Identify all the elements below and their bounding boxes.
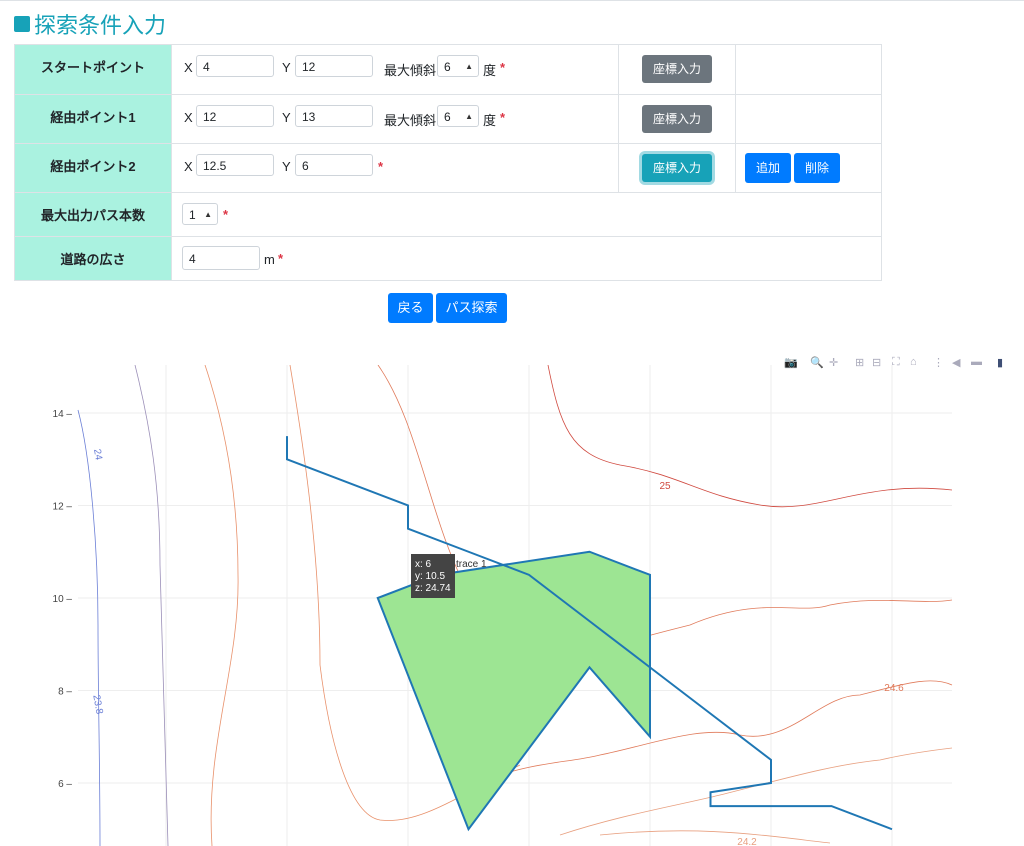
deg-label: 度 (483, 113, 497, 128)
x-label: X (184, 159, 193, 174)
add-button[interactable]: 追加 (745, 153, 791, 183)
contour-plot[interactable]: 2423.82524.824.624.2 14 –12 –10 –8 –6 – … (0, 365, 1024, 846)
slope-label: 最大傾斜 (384, 63, 437, 78)
max-paths-fields: 1 ▲ * (171, 192, 882, 237)
start-slope-select[interactable]: 6 ▲ (437, 55, 479, 77)
start-x-input[interactable]: 4 (196, 55, 274, 77)
road-width-unit: m (264, 252, 275, 267)
delete-button[interactable]: 削除 (794, 153, 840, 183)
via1-y-input[interactable]: 13 (295, 105, 373, 127)
select-arrow-icon: ▲ (465, 62, 473, 71)
road-width-fields: 4 m * (171, 236, 882, 281)
via2-fields: X 12.5 Y 6 * (171, 143, 619, 193)
contour-label: 25 (659, 481, 671, 492)
start-point-fields: X 4 Y 12 最大傾斜 6 ▲ 度 * (171, 44, 619, 95)
tooltip-z: z: 24.74 (415, 583, 451, 594)
start-y-input[interactable]: 12 (295, 55, 373, 77)
slope-label: 最大傾斜 (384, 113, 437, 128)
via1-slope-value: 6 (444, 110, 451, 124)
via2-action-cell: 追加 削除 (735, 143, 882, 193)
search-form: スタートポイント X 4 Y 12 最大傾斜 6 ▲ 度 * 座標入力 経由ポイン… (14, 44, 882, 281)
via1-coord-cell: 座標入力 (618, 94, 736, 144)
y-tick-label: 10 – (53, 594, 73, 605)
empty-cell (735, 94, 882, 144)
start-coord-cell: 座標入力 (618, 44, 736, 95)
tooltip-y: y: 10.5 (415, 571, 445, 582)
deg-label: 度 (483, 63, 497, 78)
via1-slope-select[interactable]: 6 ▲ (437, 105, 479, 127)
empty-cell (735, 44, 882, 95)
top-divider (0, 0, 1024, 1)
y-label: Y (282, 159, 291, 174)
back-button[interactable]: 戻る (388, 293, 433, 323)
contour-label: 24.6 (884, 683, 904, 694)
required-mark: * (223, 207, 229, 222)
via-point-2-label: 経由ポイント2 (14, 143, 172, 193)
y-tick-label: 14 – (53, 409, 73, 420)
via2-y-input[interactable]: 6 (295, 154, 373, 176)
start-coord-button[interactable]: 座標入力 (642, 55, 712, 83)
required-mark: * (500, 110, 506, 125)
required-mark: * (278, 251, 284, 266)
via2-coord-button[interactable]: 座標入力 (642, 154, 712, 182)
select-arrow-icon: ▲ (465, 112, 473, 121)
via1-x-input[interactable]: 12 (196, 105, 274, 127)
x-label: X (184, 60, 193, 75)
contour-label: 24 (91, 448, 104, 461)
via2-coord-cell: 座標入力 (618, 143, 736, 193)
max-paths-label: 最大出力パス本数 (14, 192, 172, 237)
y-tick-label: 6 – (58, 779, 72, 790)
start-slope-value: 6 (444, 60, 451, 74)
via-point-1-label: 経由ポイント1 (14, 94, 172, 144)
road-width-label: 道路の広さ (14, 236, 172, 281)
y-label: Y (282, 110, 291, 125)
required-mark: * (500, 60, 506, 75)
max-paths-select[interactable]: 1 ▲ (182, 203, 218, 225)
tooltip-x: x: 6 (415, 559, 432, 570)
via1-coord-button[interactable]: 座標入力 (642, 105, 712, 133)
start-point-label: スタートポイント (14, 44, 172, 95)
x-label: X (184, 110, 193, 125)
max-paths-value: 1 (189, 208, 196, 222)
road-width-input[interactable]: 4 (182, 246, 260, 270)
select-arrow-icon: ▲ (204, 210, 212, 219)
page-title: 探索条件入力 (14, 8, 166, 40)
tooltip-trace: trace 1 (456, 559, 487, 570)
y-label: Y (282, 60, 291, 75)
via2-x-input[interactable]: 12.5 (196, 154, 274, 176)
y-axis-ticks: 14 – 12 – 10 – 8 – 6 – (53, 409, 73, 790)
via1-fields: X 12 Y 13 最大傾斜 6 ▲ 度 * (171, 94, 619, 144)
title-square-icon (14, 16, 30, 32)
contour-label: 23.8 (90, 694, 104, 716)
y-tick-label: 12 – (53, 502, 73, 513)
required-mark: * (378, 159, 384, 174)
search-button[interactable]: パス探索 (436, 293, 507, 323)
page-title-text: 探索条件入力 (34, 13, 167, 38)
y-tick-label: 8 – (58, 687, 72, 698)
contour-label: 24.2 (737, 837, 757, 846)
